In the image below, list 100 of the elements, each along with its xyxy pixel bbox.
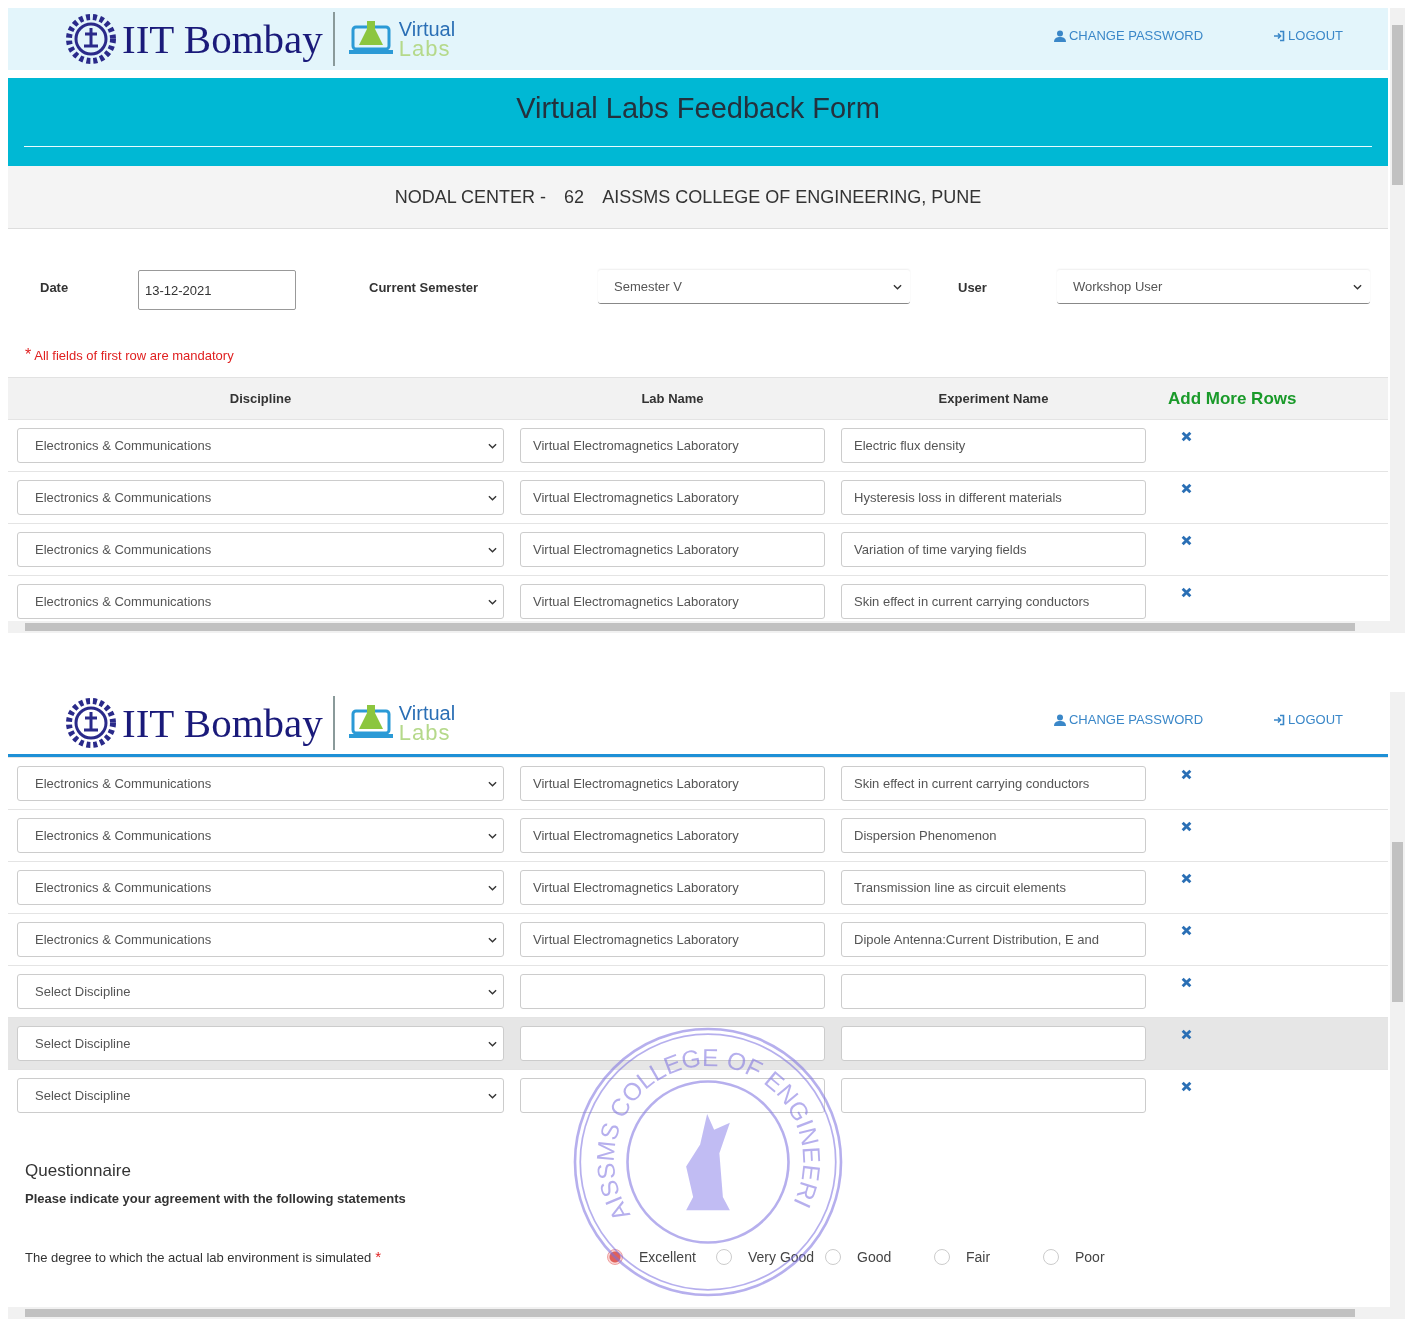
discipline-dropdown[interactable]: Electronics & Communications xyxy=(17,532,504,567)
lab-name-field[interactable]: Virtual Electromagnetics Laboratory xyxy=(520,766,825,801)
date-label: Date xyxy=(40,279,70,295)
chevron-down-icon xyxy=(893,283,902,290)
user-label: User xyxy=(957,279,988,295)
remove-icon[interactable] xyxy=(1181,587,1192,598)
remove-icon[interactable] xyxy=(1181,925,1192,936)
required-mark: * xyxy=(25,346,32,364)
discipline-dropdown[interactable]: Electronics & Communications xyxy=(17,584,504,619)
experiment-name-field[interactable] xyxy=(841,974,1146,1009)
logout-link[interactable]: LOGOUT xyxy=(1273,28,1343,43)
vertical-scrollbar[interactable] xyxy=(1390,692,1405,1307)
chevron-down-icon xyxy=(488,884,497,891)
experiment-name-field[interactable]: Variation of time varying fields xyxy=(841,532,1146,567)
experiment-name-field[interactable]: Dispersion Phenomenon xyxy=(841,818,1146,853)
remove-icon[interactable] xyxy=(1181,1029,1192,1040)
required-mark: * xyxy=(375,1248,381,1265)
option-label: Very Good xyxy=(748,1248,816,1265)
logout-link[interactable]: LOGOUT xyxy=(1273,712,1343,727)
logo-text: IIT Bombay xyxy=(122,699,323,747)
discipline-dropdown[interactable]: Select Discipline xyxy=(17,974,504,1009)
lab-name-field[interactable]: Virtual Electromagnetics Laboratory xyxy=(520,818,825,853)
question-text: The degree to which the actual lab environment is simulated xyxy=(25,1250,372,1265)
chevron-down-icon xyxy=(488,988,497,995)
chevron-down-icon xyxy=(488,780,497,787)
option-label: Fair xyxy=(966,1248,992,1265)
change-password-link[interactable]: CHANGE PASSWORD xyxy=(1054,28,1204,43)
experiment-name-field[interactable]: Electric flux density xyxy=(841,428,1146,463)
remove-icon[interactable] xyxy=(1181,977,1192,988)
remove-icon[interactable] xyxy=(1181,431,1192,442)
discipline-dropdown[interactable]: Electronics & Communications xyxy=(17,480,504,515)
lab-name-field[interactable]: Virtual Electromagnetics Laboratory xyxy=(520,428,825,463)
experiment-name-field[interactable]: Skin effect in current carrying conductors xyxy=(841,766,1146,801)
lab-name-field[interactable]: Virtual Electromagnetics Laboratory xyxy=(520,584,825,619)
chevron-down-icon xyxy=(488,598,497,605)
emblem-icon xyxy=(64,12,118,66)
chevron-down-icon xyxy=(488,832,497,839)
discipline-dropdown[interactable]: Electronics & Communications xyxy=(17,818,504,853)
user-icon xyxy=(1054,713,1066,726)
change-password-link[interactable]: CHANGE PASSWORD xyxy=(1054,712,1204,727)
column-header: Experiment Name xyxy=(937,391,1050,406)
nodal-center-code: 62 xyxy=(564,186,585,208)
experiment-name-field[interactable]: Transmission line as circuit elements xyxy=(841,870,1146,905)
logo-text: Virtual xyxy=(398,703,456,723)
radio-button[interactable] xyxy=(716,1248,732,1265)
remove-icon[interactable] xyxy=(1181,535,1192,546)
experiment-name-field[interactable] xyxy=(841,1078,1146,1113)
discipline-dropdown[interactable]: Electronics & Communications xyxy=(17,870,504,905)
user-dropdown[interactable]: Workshop User xyxy=(1057,270,1370,304)
lab-name-field[interactable]: Virtual Electromagnetics Laboratory xyxy=(520,870,825,905)
lab-name-field[interactable]: Virtual Electromagnetics Laboratory xyxy=(520,480,825,515)
lab-name-field[interactable] xyxy=(520,974,825,1009)
horizontal-scrollbar[interactable] xyxy=(8,621,1405,633)
option-label: Good xyxy=(857,1248,893,1265)
remove-icon[interactable] xyxy=(1181,873,1192,884)
column-header: Discipline xyxy=(228,391,293,406)
logo-text: Labs xyxy=(398,723,452,743)
horizontal-scrollbar[interactable] xyxy=(8,1307,1405,1319)
logo-text: Labs xyxy=(398,39,452,59)
column-header: Lab Name xyxy=(640,391,705,406)
discipline-dropdown[interactable]: Select Discipline xyxy=(17,1078,504,1113)
remove-icon[interactable] xyxy=(1181,1081,1192,1092)
logo-text: IIT Bombay xyxy=(122,15,323,63)
radio-button[interactable] xyxy=(1043,1248,1059,1265)
chevron-down-icon xyxy=(488,1040,497,1047)
experiment-name-field[interactable]: Skin effect in current carrying conductors xyxy=(841,584,1146,619)
discipline-dropdown[interactable]: Electronics & Communications xyxy=(17,922,504,957)
discipline-dropdown[interactable]: Electronics & Communications xyxy=(17,428,504,463)
emblem-icon xyxy=(64,696,118,750)
radio-button[interactable] xyxy=(607,1248,623,1265)
vertical-scrollbar[interactable] xyxy=(1390,8,1405,621)
nodal-center-label: NODAL CENTER - xyxy=(394,186,547,208)
chevron-down-icon xyxy=(488,546,497,553)
experiment-name-field[interactable]: Dipole Antenna:Current Distribution, E and xyxy=(841,922,1146,957)
experiment-name-field[interactable] xyxy=(841,1026,1146,1061)
nodal-center-name: AISSMS COLLEGE OF ENGINEERING, PUNE xyxy=(602,186,982,208)
remove-icon[interactable] xyxy=(1181,769,1192,780)
page-title: Virtual Labs Feedback Form xyxy=(515,91,881,126)
remove-icon[interactable] xyxy=(1181,821,1192,832)
radio-button[interactable] xyxy=(934,1248,950,1265)
logo-text: Virtual xyxy=(398,19,456,39)
date-field[interactable]: 13-12-2021 xyxy=(138,270,296,310)
chevron-down-icon xyxy=(488,494,497,501)
sign-in-icon xyxy=(1273,713,1286,726)
user-icon xyxy=(1054,29,1066,42)
discipline-dropdown[interactable]: Electronics & Communications xyxy=(17,766,504,801)
radio-button[interactable] xyxy=(825,1248,841,1265)
chevron-down-icon xyxy=(488,936,497,943)
chevron-down-icon xyxy=(488,1092,497,1099)
experiment-name-field[interactable]: Hysteresis loss in different materials xyxy=(841,480,1146,515)
discipline-dropdown[interactable]: Select Discipline xyxy=(17,1026,504,1061)
chevron-down-icon xyxy=(488,442,497,449)
remove-icon[interactable] xyxy=(1181,483,1192,494)
sign-in-icon xyxy=(1273,29,1286,42)
lab-name-field[interactable]: Virtual Electromagnetics Laboratory xyxy=(520,532,825,567)
semester-dropdown[interactable]: Semester V xyxy=(598,270,910,304)
semester-label: Current Semester xyxy=(368,279,480,295)
option-label: Poor xyxy=(1075,1248,1106,1265)
chevron-down-icon xyxy=(1353,283,1362,290)
lab-name-field[interactable]: Virtual Electromagnetics Laboratory xyxy=(520,922,825,957)
